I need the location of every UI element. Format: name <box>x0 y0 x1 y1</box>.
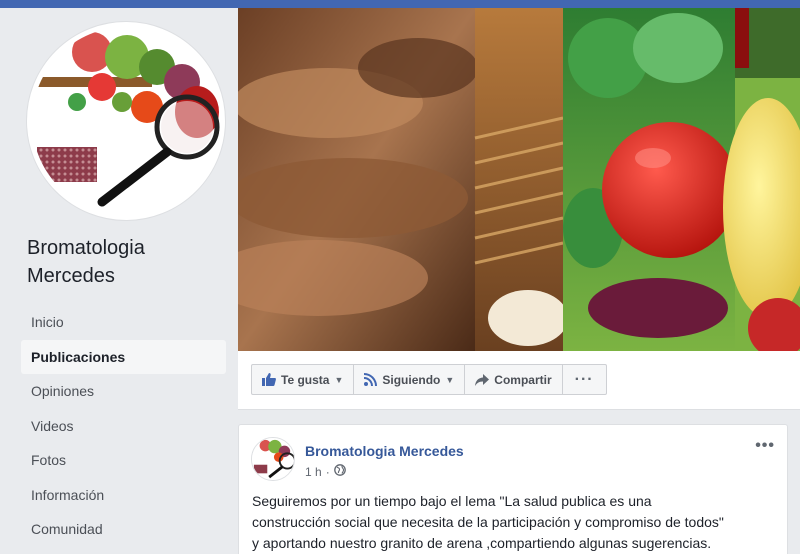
nav-item-opiniones[interactable]: Opiniones <box>21 374 226 409</box>
food-magnifier-image <box>252 438 294 480</box>
nav-item-publicaciones[interactable]: Publicaciones <box>21 339 226 374</box>
page-title: Bromatologia Mercedes <box>27 234 227 290</box>
food-magnifier-image <box>32 27 220 215</box>
meta-separator: · <box>325 464 330 479</box>
share-button-label: Compartir <box>494 372 552 387</box>
action-button-group: Te gusta ▼ Siguiendo ▼ Compartir ··· <box>251 364 607 395</box>
cover-food-image <box>238 8 800 351</box>
nav-item-comunidad[interactable]: Comunidad <box>21 512 226 547</box>
nav-item-videos[interactable]: Videos <box>21 409 226 444</box>
post-card: Bromatologia Mercedes 1 h · ••• Seguirem… <box>238 424 788 554</box>
rss-icon <box>364 373 378 386</box>
post-author-avatar[interactable] <box>251 437 295 481</box>
chevron-down-icon: ▼ <box>334 374 344 385</box>
post-text-line: Seguiremos por un tiempo bajo el lema "L… <box>252 493 652 509</box>
post-body: Seguiremos por un tiempo bajo el lema "L… <box>252 491 782 554</box>
nav-item-inicio[interactable]: Inicio <box>21 305 226 340</box>
like-page-button[interactable]: Te gusta ▼ <box>252 365 355 394</box>
page-nav: Inicio Publicaciones Opiniones Videos Fo… <box>21 305 226 547</box>
share-button[interactable]: Compartir <box>465 365 563 394</box>
following-button-label: Siguiendo <box>382 372 441 387</box>
chevron-down-icon: ▼ <box>445 374 455 385</box>
nav-item-informacion[interactable]: Información <box>21 478 226 513</box>
top-nav-bar <box>0 0 800 8</box>
page-title-line2: Mercedes <box>27 265 115 287</box>
page-title-line1: Bromatologia <box>27 237 145 259</box>
post-text-line: y aportando nuestro granito de arena ,co… <box>252 535 712 551</box>
thumbs-up-icon <box>262 373 276 386</box>
post-timestamp[interactable]: 1 h <box>305 465 322 479</box>
more-options-button[interactable]: ··· <box>563 365 606 394</box>
cover-photo[interactable] <box>238 8 800 351</box>
page-action-bar: Te gusta ▼ Siguiendo ▼ Compartir ··· <box>238 351 800 410</box>
following-button[interactable]: Siguiendo ▼ <box>354 365 466 394</box>
like-button-label: Te gusta <box>281 372 330 387</box>
globe-icon[interactable] <box>333 464 346 479</box>
nav-item-fotos[interactable]: Fotos <box>21 443 226 478</box>
post-meta: 1 h · <box>305 464 346 479</box>
share-arrow-icon <box>475 373 490 386</box>
post-options-button[interactable]: ••• <box>755 437 775 455</box>
left-column: Bromatologia Mercedes Inicio Publicacion… <box>0 8 238 554</box>
post-author-name[interactable]: Bromatologia Mercedes <box>305 443 464 459</box>
post-text-line: construcción social que necesita de la p… <box>252 514 724 530</box>
page-profile-picture[interactable] <box>27 22 225 220</box>
